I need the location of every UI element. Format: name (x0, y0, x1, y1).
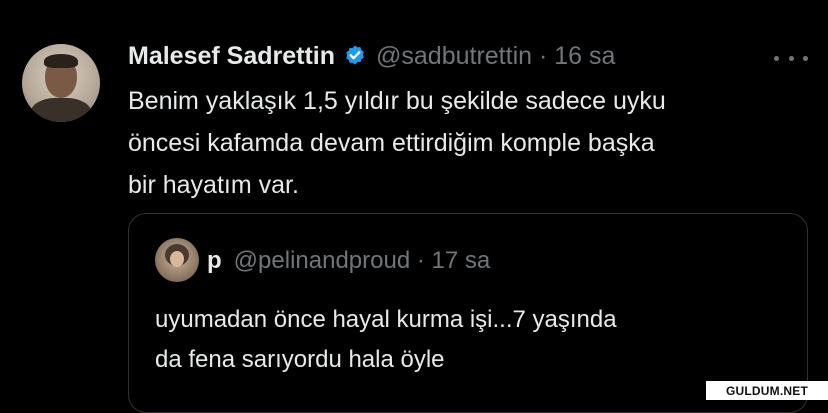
more-dot (803, 55, 808, 61)
author-handle-time[interactable]: @sadbutrettin · 16 sa (376, 42, 615, 71)
more-options-icon[interactable] (774, 46, 808, 70)
site-watermark: GULDUM.NET (706, 381, 828, 400)
quoted-author-avatar[interactable] (155, 238, 199, 282)
quoted-avatar-face (170, 251, 184, 267)
author-display-name[interactable]: Malesef Sadrettin (128, 42, 335, 71)
tweet[interactable]: Malesef Sadrettin @sadbutrettin · 16 sa … (0, 0, 828, 413)
quoted-tweet-header: p @pelinandproud · 17 sa (207, 244, 490, 278)
author-avatar[interactable] (22, 44, 100, 122)
avatar-hair (44, 54, 78, 68)
tweet-text-line: öncesi kafamda devam ettirdiğim komple b… (128, 129, 655, 157)
verified-badge-icon (343, 44, 367, 68)
tweet-text: Benim yaklaşık 1,5 yıldır bu şekilde sad… (128, 80, 818, 206)
more-dot (774, 55, 779, 61)
quoted-tweet-text-line: uyumadan önce hayal kurma işi...7 yaşınd… (155, 306, 617, 333)
quoted-author-handle-time[interactable]: @pelinandproud · 17 sa (234, 247, 491, 275)
more-dot (788, 55, 794, 61)
avatar-body (30, 98, 92, 122)
tweet-text-line: Benim yaklaşık 1,5 yıldır bu şekilde sad… (128, 87, 666, 115)
tweet-text-line: bir hayatım var. (128, 171, 299, 199)
quoted-author-display-name[interactable]: p (207, 247, 222, 275)
tweet-header: Malesef Sadrettin @sadbutrettin · 16 sa (128, 38, 615, 74)
quoted-tweet-text-line: da fena sarıyordu hala öyle (155, 346, 445, 373)
quoted-tweet-text: uyumadan önce hayal kurma işi...7 yaşınd… (155, 300, 795, 380)
